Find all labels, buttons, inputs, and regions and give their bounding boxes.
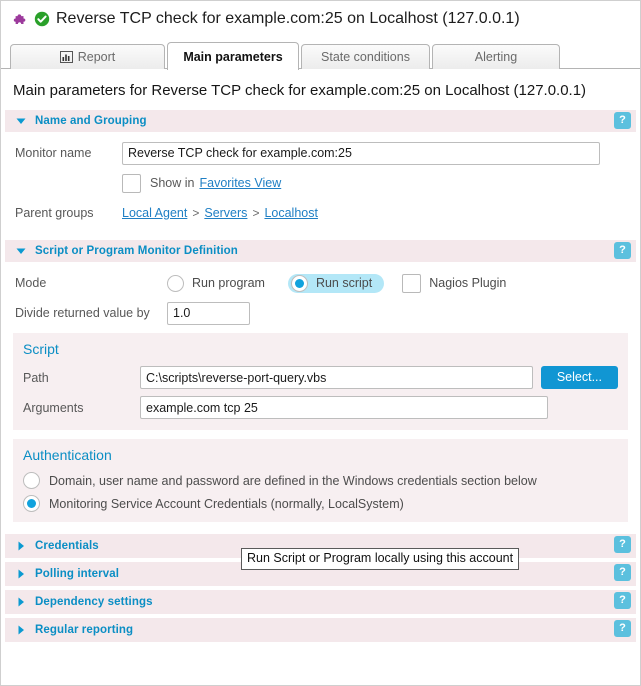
auth-option-windows-credentials[interactable]: Domain, user name and password are defin… [23, 472, 618, 489]
divide-returned-value-input[interactable] [167, 301, 250, 325]
chevron-right-icon [15, 540, 35, 552]
help-button-polling-interval[interactable]: ? [614, 564, 631, 581]
show-in-favorites-label: Show in [150, 176, 195, 190]
run-script-label: Run script [315, 276, 373, 290]
section-dependency-settings: Dependency settings ? [5, 590, 636, 614]
tab-state-conditions-label: State conditions [321, 49, 410, 64]
select-script-button[interactable]: Select... [540, 366, 618, 389]
script-path-row: Path Select... [23, 366, 618, 389]
help-button-script-monitor-definition[interactable]: ? [614, 242, 631, 259]
help-button-name-and-grouping[interactable]: ? [614, 112, 631, 129]
section-header-script-monitor-definition[interactable]: Script or Program Monitor Definition ? [5, 240, 636, 262]
tab-bar: Report Main parameters State conditions … [1, 42, 640, 70]
monitor-name-input[interactable] [122, 141, 600, 165]
mode-option-run-program[interactable]: Run program [167, 274, 265, 292]
window-title: Reverse TCP check for example.com:25 on … [56, 10, 520, 27]
section-title-polling-interval: Polling interval [35, 568, 120, 580]
parent-groups-label: Parent groups [15, 206, 94, 220]
tab-report[interactable]: Report [10, 44, 165, 69]
authentication-subpanel-title: Authentication [23, 447, 112, 463]
bar-chart-icon [59, 51, 73, 63]
run-script-radio[interactable] [290, 274, 308, 292]
parent-group-link-3[interactable]: Localhost [264, 206, 318, 220]
chevron-right-icon [15, 596, 35, 608]
auth-option-service-account[interactable]: Monitoring Service Account Credentials (… [23, 495, 618, 512]
chevron-right-icon [15, 624, 35, 636]
script-subpanel-title: Script [23, 341, 59, 357]
show-in-favorites-checkbox[interactable] [122, 173, 141, 193]
section-body-name-and-grouping: Monitor name Show in Favorites View Pare… [5, 132, 636, 236]
status-ok-check-icon [34, 11, 50, 27]
run-program-radio[interactable] [167, 274, 184, 292]
breadcrumb-separator-2: > [252, 206, 260, 220]
section-name-and-grouping: Name and Grouping ? Monitor name Show in… [5, 110, 636, 236]
page-title: Main parameters for Reverse TCP check fo… [13, 82, 587, 99]
script-arguments-input[interactable] [140, 396, 548, 419]
section-header-regular-reporting[interactable]: Regular reporting ? [5, 618, 636, 642]
section-header-name-and-grouping[interactable]: Name and Grouping ? [5, 110, 636, 132]
tab-state-conditions[interactable]: State conditions [301, 44, 430, 69]
favorites-row: Show in Favorites View [5, 171, 636, 195]
auth-service-account-radio[interactable] [23, 495, 40, 512]
help-button-dependency-settings[interactable]: ? [614, 592, 631, 609]
favorites-view-link[interactable]: Favorites View [199, 176, 281, 190]
section-script-monitor-definition: Script or Program Monitor Definition ? M… [5, 240, 636, 530]
help-button-regular-reporting[interactable]: ? [614, 620, 631, 637]
authentication-subpanel: Authentication Domain, user name and pas… [13, 439, 628, 522]
monitor-name-row: Monitor name [5, 141, 636, 165]
auth-service-account-label: Monitoring Service Account Credentials (… [49, 496, 404, 511]
section-title-credentials: Credentials [35, 540, 99, 552]
run-program-label: Run program [192, 276, 265, 290]
mode-label: Mode [15, 276, 47, 290]
section-title-script-monitor-definition: Script or Program Monitor Definition [35, 245, 238, 257]
help-button-credentials[interactable]: ? [614, 536, 631, 553]
tab-report-label: Report [77, 49, 116, 64]
tab-main-parameters-label: Main parameters [183, 49, 283, 64]
monitor-name-label: Monitor name [15, 146, 92, 160]
script-arguments-label: Arguments [23, 400, 84, 415]
divide-returned-value-row: Divide returned value by [5, 301, 636, 325]
tab-alerting-label: Alerting [474, 49, 518, 64]
nagios-plugin-checkbox[interactable] [402, 273, 422, 293]
script-subpanel: Script Path Select... Arguments [13, 333, 628, 430]
script-path-input[interactable] [140, 366, 533, 389]
window-title-bar: Reverse TCP check for example.com:25 on … [1, 1, 640, 31]
mode-option-run-script[interactable]: Run script [287, 273, 385, 293]
parent-groups-row: Parent groups Local Agent > Servers > Lo… [5, 201, 636, 225]
puzzle-piece-icon [11, 11, 28, 28]
mode-option-nagios-plugin[interactable]: Nagios Plugin [402, 273, 507, 293]
chevron-right-icon [15, 568, 35, 580]
section-title-dependency-settings: Dependency settings [35, 596, 153, 608]
tab-main-parameters[interactable]: Main parameters [167, 42, 299, 70]
script-path-label: Path [23, 370, 49, 385]
parent-group-link-1[interactable]: Local Agent [122, 206, 187, 220]
divide-returned-value-label: Divide returned value by [15, 306, 150, 320]
auth-windows-credentials-label: Domain, user name and password are defin… [49, 473, 537, 488]
section-body-script-monitor-definition: Mode Run program Run script Nagios Plugi… [5, 262, 636, 530]
chevron-down-icon [15, 115, 35, 127]
section-title-name-and-grouping: Name and Grouping [35, 115, 147, 127]
tooltip: Run Script or Program locally using this… [241, 548, 520, 570]
auth-windows-credentials-radio[interactable] [23, 472, 40, 489]
mode-row: Mode Run program Run script Nagios Plugi… [5, 271, 636, 295]
script-arguments-row: Arguments [23, 396, 618, 419]
breadcrumb-separator-1: > [192, 206, 200, 220]
monitor-properties-window: Reverse TCP check for example.com:25 on … [0, 0, 641, 686]
parent-group-link-2[interactable]: Servers [204, 206, 247, 220]
tab-alerting[interactable]: Alerting [432, 44, 560, 69]
chevron-down-icon [15, 245, 35, 257]
nagios-plugin-label: Nagios Plugin [429, 276, 507, 290]
section-regular-reporting: Regular reporting ? [5, 618, 636, 642]
section-title-regular-reporting: Regular reporting [35, 624, 134, 636]
section-header-dependency-settings[interactable]: Dependency settings ? [5, 590, 636, 614]
